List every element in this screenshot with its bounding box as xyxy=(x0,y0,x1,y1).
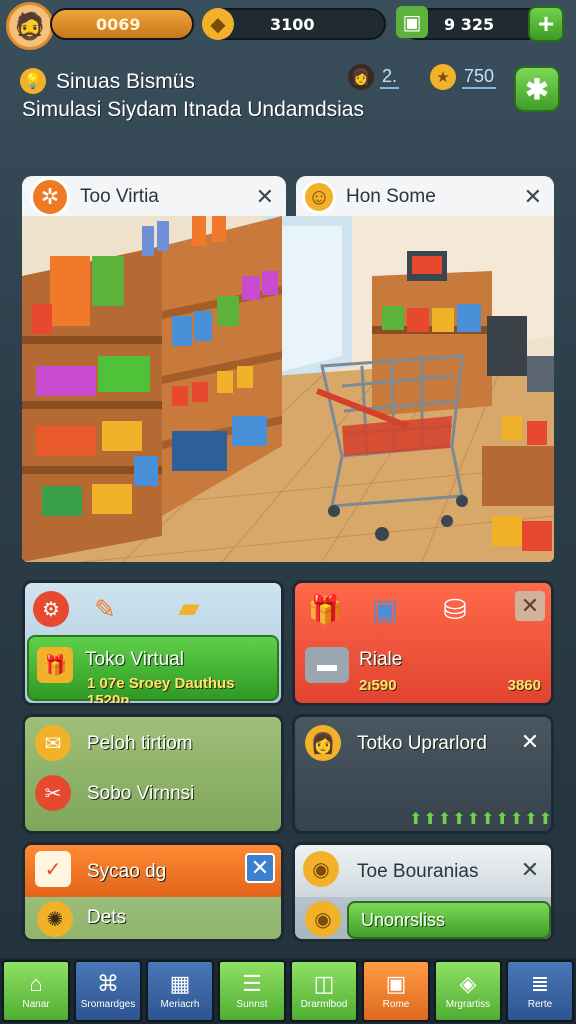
close-icon[interactable]: ✕ xyxy=(256,184,274,210)
card-riale[interactable]: 🎁 ▣ ⛁ ✕ ▬ Riale 2ı590 3860 xyxy=(292,580,554,706)
player-avatar[interactable]: 🧔 xyxy=(6,2,54,50)
gold-counter: ◆ 3100 xyxy=(202,8,386,40)
progress-arrows-icon: ⬆⬆⬆⬆⬆⬆⬆⬆⬆⬆⬆⬆⬆ xyxy=(409,811,554,828)
xp-stat: ★ 750 xyxy=(430,64,497,90)
nav-label: Rome xyxy=(382,998,410,1010)
list-icon: ☰ xyxy=(242,970,262,996)
card-toko-uprarlord-title: Totko Uprarlord xyxy=(357,733,487,754)
card-tee-bouranias[interactable]: ◉ Toe Bouranias ✕ ◉ Unonrsliss xyxy=(292,842,554,942)
nav-item-menu[interactable]: ≣ Rerte xyxy=(506,960,574,1022)
close-icon[interactable]: ✕ xyxy=(524,184,542,210)
card-peloh-title: Peloh tirtiom xyxy=(87,733,193,754)
store-icon: ⌘ xyxy=(97,970,119,996)
nav-label: Sromardges xyxy=(80,998,136,1010)
card-sycao[interactable]: ✓ Sycao dg ✕ ✺ Dets xyxy=(22,842,284,942)
bell-icon: ✺ xyxy=(37,901,73,937)
gift-icon: 🎁 xyxy=(307,593,343,625)
gift-box-icon: 🎁 xyxy=(37,647,73,683)
gold-bars-icon: ▰ xyxy=(178,591,200,623)
jar-icon: ⛁ xyxy=(443,593,467,625)
customer-icon: 👩 xyxy=(348,64,374,90)
coin-icon: ◉ xyxy=(303,851,339,887)
header: 💡 Sinuas Bismüs Simulasi Siydam Itnada U… xyxy=(20,64,560,124)
store-scene[interactable] xyxy=(22,216,554,562)
cash-value: 9 325 xyxy=(444,14,495,34)
tab-store-virtual-label: Too Virtia xyxy=(80,186,159,207)
gear-icon: ⚙ xyxy=(33,591,69,627)
close-icon[interactable]: ✕ xyxy=(515,591,545,621)
game-title: Sinuas Bismüs xyxy=(56,70,195,93)
close-icon[interactable]: ✕ xyxy=(515,855,545,885)
nav-item-store[interactable]: ⌘ Sromardges xyxy=(74,960,142,1022)
nav-label: Sunnst xyxy=(236,998,268,1010)
gold-value: 3100 xyxy=(270,14,315,34)
card-peloh[interactable]: ✉ Peloh tirtiom ✂ Sobo Virnnsi 375 xyxy=(22,714,284,834)
paint-can-icon: ▣ xyxy=(371,593,399,625)
nav-label: Rerte xyxy=(527,998,553,1010)
nav-item-rome[interactable]: ▣ Rome xyxy=(362,960,430,1022)
nav-item-home[interactable]: ⌂ Nanar xyxy=(2,960,70,1022)
document-icon: ✉ xyxy=(35,725,71,761)
manager-avatar-icon: 👩 xyxy=(305,725,341,761)
nav-label: Meriacrh xyxy=(160,998,200,1010)
nav-label: Drarmlbod xyxy=(300,998,348,1010)
close-icon[interactable]: ✕ xyxy=(515,727,545,757)
chart-icon: ◈ xyxy=(459,970,477,996)
card-toko-virtual[interactable]: ⚙ ✎ ▰ 🎁 Toko Virtual 1 07e Sroey Dauthus… xyxy=(22,580,284,706)
ticket-icon: ✂ xyxy=(35,775,71,811)
nav-item-merchandise[interactable]: ▦ Meriacrh xyxy=(146,960,214,1022)
card-peloh-faint: 375 xyxy=(247,809,271,825)
upgrade-button[interactable]: Unonrsliss xyxy=(347,901,551,939)
checklist-icon: ✓ xyxy=(35,851,71,887)
nav-label: Nanar xyxy=(22,998,50,1010)
tab-home-some[interactable]: ☺ Hon Some ✕ xyxy=(296,176,554,218)
home-icon: ⌂ xyxy=(29,970,43,996)
nav-item-dashboard[interactable]: ◫ Drarmlbod xyxy=(290,960,358,1022)
add-currency-button[interactable]: + xyxy=(528,6,564,42)
tab-home-some-label: Hon Some xyxy=(346,186,436,207)
card-toko-uprarlord[interactable]: 👩 Totko Uprarlord ✕ ⬆⬆⬆⬆⬆⬆⬆⬆⬆⬆⬆⬆⬆ xyxy=(292,714,554,834)
ingot-icon: ▬ xyxy=(305,647,349,683)
card-sycao-subtitle: Dets xyxy=(87,907,127,928)
top-bar: 🧔 0069 ◆ 3100 ▣ 9 325 + xyxy=(0,0,576,52)
card-peloh-subtitle: Sobo Virnnsi xyxy=(87,783,195,804)
card-riale-value-right: 3860 xyxy=(507,677,541,694)
card-sycao-title: Sycao dg xyxy=(87,861,167,882)
gear-icon: ✲ xyxy=(30,177,70,217)
xp-value: 750 xyxy=(462,66,497,89)
nav-item-migrations[interactable]: ◈ Mrgrartiss xyxy=(434,960,502,1022)
nav-label: Mrgrartiss xyxy=(445,998,491,1010)
customer-stat: 👩 2. xyxy=(348,64,400,90)
tools-icon: ✎ xyxy=(94,593,116,624)
menu-icon: ≣ xyxy=(530,970,550,996)
card-riale-value-left: 2ı590 xyxy=(359,677,397,694)
smile-coin-icon: ☺ xyxy=(302,180,336,214)
bottom-nav: ⌂ Nanar ⌘ Sromardges ▦ Meriacrh ☰ Sunnst… xyxy=(0,958,576,1024)
tab-store-virtual[interactable]: ✲ Too Virtia ✕ xyxy=(22,176,286,218)
card-toko-virtual-title: Toko Virtual xyxy=(85,649,184,670)
star-icon: ★ xyxy=(430,64,456,90)
cash-box-icon: ▣ xyxy=(396,6,428,38)
lightbulb-icon: 💡 xyxy=(20,68,46,94)
customer-value: 2. xyxy=(380,66,400,89)
coins-counter: 0069 xyxy=(50,8,194,40)
card-riale-title: Riale xyxy=(359,649,403,670)
coin-box-icon: ▣ xyxy=(385,970,407,996)
coins-value: 0069 xyxy=(96,14,141,34)
gold-coin-icon: ◆ xyxy=(202,8,234,40)
box-icon: ▦ xyxy=(169,970,191,996)
settings-button[interactable]: ✱ xyxy=(514,66,560,112)
card-tee-title: Toe Bouranias xyxy=(357,861,479,882)
close-icon[interactable]: ✕ xyxy=(245,853,275,883)
store-illustration xyxy=(22,216,554,562)
package-icon: ◫ xyxy=(313,970,335,996)
card-toko-virtual-subtitle: 1 07e Sroey Dauthus 1520n xyxy=(87,675,235,706)
game-subtitle: Simulasi Siydam Itnada Undamdsias xyxy=(22,98,364,121)
coin-icon: ◉ xyxy=(305,901,341,937)
nav-item-summary[interactable]: ☰ Sunnst xyxy=(218,960,286,1022)
